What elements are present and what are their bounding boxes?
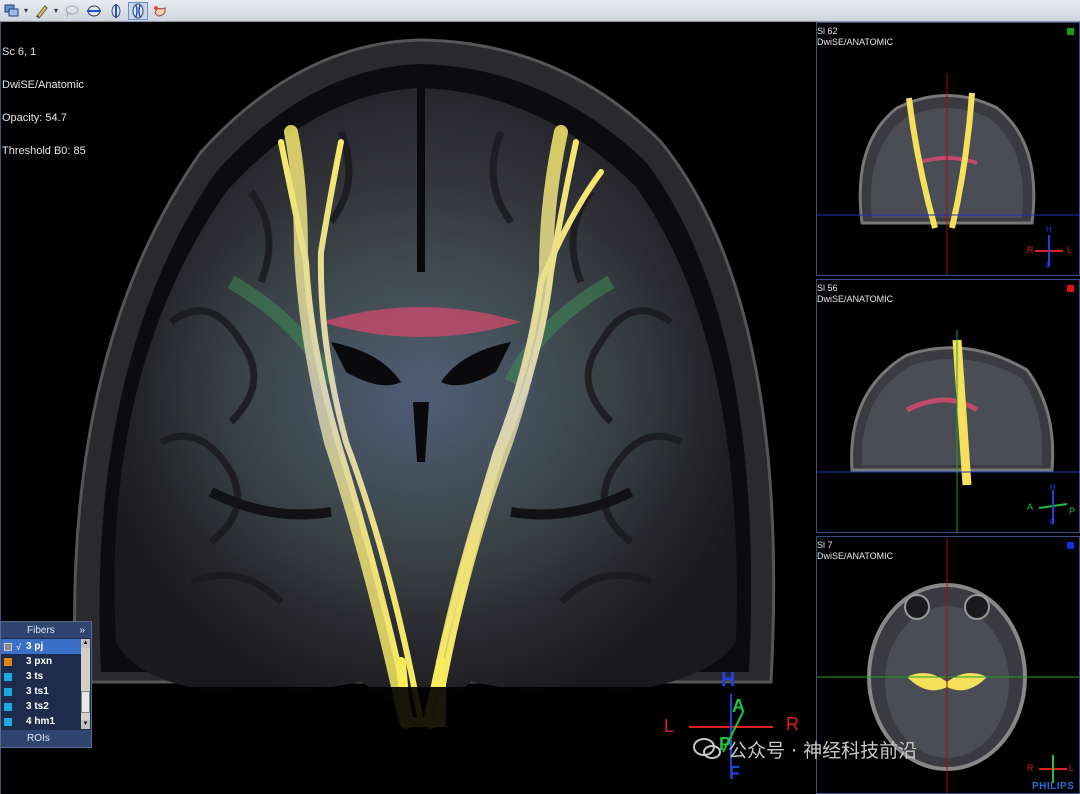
threshold-label: Threshold B0: 85 xyxy=(2,145,86,157)
fiber-label: 4 hm1 xyxy=(26,716,55,727)
view-marker-blue xyxy=(1067,542,1074,549)
series-label: Sc 6, 1 xyxy=(2,46,37,58)
fiber-track-icon[interactable] xyxy=(128,1,149,20)
check-icon[interactable]: √ xyxy=(16,642,26,652)
sagittal-thumbnail-image xyxy=(817,330,1079,532)
orient-bottom: F xyxy=(1050,518,1055,527)
slice-label: Sl 7 xyxy=(817,540,833,550)
watermark: 公众号 · 神经科技前沿 xyxy=(692,734,917,764)
watermark-text: 公众号 · 神经科技前沿 xyxy=(728,739,918,762)
fiber-color-swatch[interactable] xyxy=(4,717,12,726)
expand-icon[interactable]: » xyxy=(79,625,85,636)
main-view-info: Sc 6, 1 DwiSE/Anatomic Opacity: 54.7 Thr… xyxy=(2,25,86,179)
fiber-item-3-ts1[interactable]: 3 ts1 xyxy=(1,684,81,699)
fiber-item-3-pxn[interactable]: 3 pxn xyxy=(1,654,81,669)
toolbar: ▾ ▾ xyxy=(0,0,1080,22)
hand-tool-icon[interactable] xyxy=(150,2,170,20)
slice-label: Sl 56 xyxy=(817,283,838,293)
wechat-icon xyxy=(693,738,721,759)
orient-top: H xyxy=(1050,483,1056,492)
fiber-color-swatch[interactable] xyxy=(4,657,12,666)
orient-left: R xyxy=(1027,245,1034,255)
orient-top: H xyxy=(1046,225,1052,234)
orient-right: L xyxy=(1067,245,1073,255)
orient-left: R xyxy=(1027,763,1034,773)
fiber-label: 3 pj xyxy=(26,641,44,652)
orient-right: L xyxy=(1069,763,1075,773)
fiber-label: 3 ts xyxy=(26,671,44,682)
orient-f: F xyxy=(729,763,740,783)
fiber-label: 3 ts2 xyxy=(26,701,49,712)
view-marker-green xyxy=(1067,28,1074,35)
orient-l: L xyxy=(664,716,675,736)
coronal-thumbnail-image xyxy=(817,73,1079,275)
fibers-list: √ 3 pj 3 pxn 3 ts 3 ts1 3 ts2 4 hm1 xyxy=(1,639,81,729)
edit-brush-icon[interactable] xyxy=(32,2,52,20)
fibers-panel-header[interactable]: Fibers » xyxy=(1,622,91,638)
layers-icon[interactable] xyxy=(2,2,22,20)
coronal-brain-image xyxy=(1,38,815,794)
view-marker-red xyxy=(1067,285,1074,292)
layers-dropdown-icon[interactable]: ▾ xyxy=(24,6,28,15)
vertical-plane-icon[interactable] xyxy=(106,2,126,20)
lasso-icon[interactable] xyxy=(62,2,82,20)
fiber-label: 3 pxn xyxy=(26,656,53,667)
orient-left: A xyxy=(1027,502,1034,512)
orient-bottom: F xyxy=(1046,261,1051,270)
sequence-label: DwiSE/ANATOMIC xyxy=(817,551,894,561)
fiber-item-3-pj[interactable]: √ 3 pj xyxy=(1,639,81,654)
orient-right: P xyxy=(1069,506,1076,516)
fiber-item-3-ts2[interactable]: 3 ts2 xyxy=(1,699,81,714)
side2-info: Sl 56 DwiSE/ANATOMIC xyxy=(817,283,893,305)
fiber-color-swatch[interactable] xyxy=(4,687,12,696)
scroll-up-icon[interactable]: ▲ xyxy=(81,639,90,648)
fibers-title: Fibers xyxy=(27,624,55,636)
brush-dropdown-icon[interactable]: ▾ xyxy=(54,6,58,15)
fiber-color-swatch[interactable] xyxy=(4,672,12,681)
fiber-color-swatch[interactable] xyxy=(4,702,12,711)
scroll-down-icon[interactable]: ▼ xyxy=(81,720,90,729)
fiber-item-4-hm1[interactable]: 4 hm1 xyxy=(1,714,81,729)
philips-logo: PHILIPS xyxy=(1032,781,1075,792)
side-view-coronal[interactable]: Sl 62 DwiSE/ANATOMIC H R L F xyxy=(816,22,1080,276)
opacity-label: Opacity: 54.7 xyxy=(2,112,67,124)
rois-tab[interactable]: ROIs xyxy=(1,730,91,747)
fiber-item-3-ts[interactable]: 3 ts xyxy=(1,669,81,684)
fiber-color-swatch[interactable] xyxy=(4,642,12,651)
orient-a: A xyxy=(732,696,745,716)
main-coronal-view[interactable]: Sc 6, 1 DwiSE/Anatomic Opacity: 54.7 Thr… xyxy=(0,22,815,794)
slice-label: Sl 62 xyxy=(817,26,838,36)
sequence-label: DwiSE/ANATOMIC xyxy=(817,37,894,47)
scroll-thumb[interactable] xyxy=(81,691,90,713)
sequence-label: DwiSE/Anatomic xyxy=(2,79,84,91)
fibers-panel: Fibers » √ 3 pj 3 pxn 3 ts 3 ts1 3 ts2 4… xyxy=(0,621,92,748)
side3-info: Sl 7 DwiSE/ANATOMIC xyxy=(817,540,893,562)
sequence-label: DwiSE/ANATOMIC xyxy=(817,294,894,304)
fiber-label: 3 ts1 xyxy=(26,686,49,697)
orient-h: H xyxy=(721,669,736,691)
side-view-sagittal[interactable]: Sl 56 DwiSE/ANATOMIC H A P F xyxy=(816,279,1080,533)
side1-info: Sl 62 DwiSE/ANATOMIC xyxy=(817,26,893,48)
horizontal-plane-icon[interactable] xyxy=(84,2,104,20)
fibers-scrollbar[interactable]: ▲ ▼ xyxy=(81,639,90,729)
orient-r: R xyxy=(786,714,799,734)
